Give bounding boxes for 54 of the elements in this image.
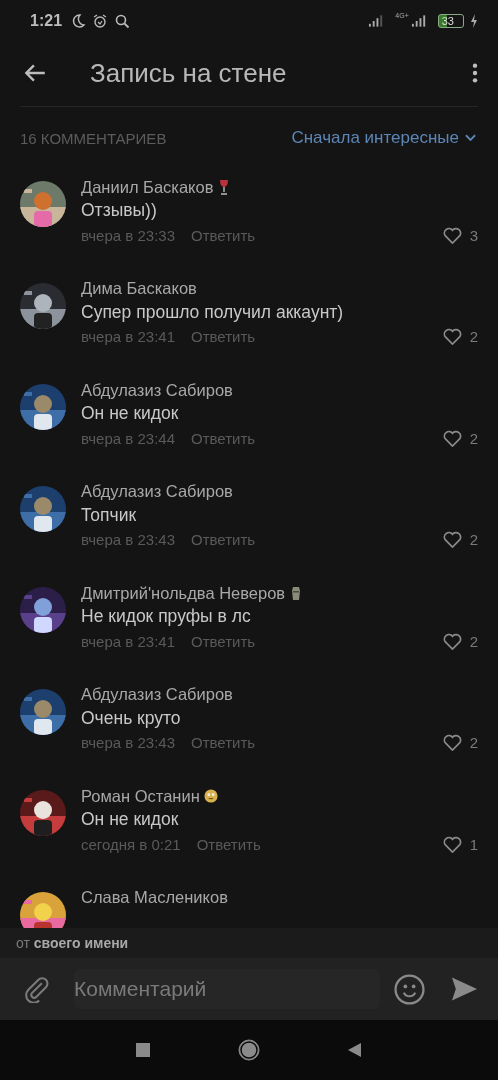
sort-dropdown[interactable]: Сначала интересные [291,128,476,148]
signal-icon [410,15,428,27]
paperclip-icon[interactable] [22,975,50,1003]
author-name[interactable]: Даниил Баскаков [81,177,214,197]
recent-apps-icon[interactable] [135,1042,151,1058]
reply-link[interactable]: Ответить [191,226,256,244]
author-name[interactable]: Абдулазиз Сабиров [81,380,233,400]
reply-link[interactable]: Ответить [196,835,261,853]
search-icon [114,13,131,29]
comment-time: вчера в 23:44 [81,429,175,447]
like-button[interactable]: 3 [442,226,478,244]
comment-time: вчера в 23:41 [81,328,175,345]
comment-time: вчера в 23:43 [81,734,175,751]
like-button[interactable]: 2 [442,632,478,650]
author-name[interactable]: Роман Останин [81,786,200,806]
comment-text: Топчик [81,503,138,526]
page-title: Запись на стене [90,57,287,89]
reply-link[interactable]: Ответить [191,632,256,650]
comment-text: Не кидок пруфы в лс [81,605,252,627]
send-icon[interactable] [451,976,478,1002]
reply-link[interactable]: Ответить [191,429,256,447]
smiley-icon[interactable] [394,973,425,1005]
author-name[interactable]: Слава Маслеников [81,888,228,907]
comment-time: вчера в 23:43 [81,531,175,548]
battery-indicator: 33 [437,14,464,28]
comment-text: Он не кидок [81,402,180,424]
chevron-down-icon[interactable] [465,134,476,142]
home-icon[interactable] [237,1038,261,1062]
smiley-icon [203,788,218,804]
author-name[interactable]: Абдулазиз Сабиров [81,685,233,704]
back-icon[interactable] [347,1042,363,1058]
author-name[interactable]: Абдулазиз Сабиров [81,482,233,501]
comment-time: вчера в 23:41 [81,632,175,650]
comment-time: вчера в 23:33 [81,226,175,244]
comment-text: Супер прошло получил аккаунт) [81,300,345,323]
comment-text: Он не кидок [81,808,180,830]
comment-input[interactable]: Комментарий [74,969,380,1009]
reply-link[interactable]: Ответить [191,531,256,548]
author-name[interactable]: Дима Баскаков [81,279,197,298]
moon-icon [70,13,87,29]
sender-label[interactable]: от своего имени [16,935,129,951]
charging-icon [470,14,478,28]
more-options-icon[interactable] [472,62,478,84]
comment-text: Очень круто [81,706,182,729]
comment-count: 16 КОММЕНТАРИЕВ [20,129,167,147]
reply-link[interactable]: Ответить [191,328,256,345]
reply-link[interactable]: Ответить [191,734,256,751]
status-time: 1:21 [30,12,63,30]
like-button[interactable]: 1 [442,835,478,853]
author-name[interactable]: Дмитрий'нольдва Неверов [81,583,286,603]
comment-text: Отзывы)) [81,199,158,221]
like-button[interactable]: 2 [442,429,478,447]
comment-time: сегодня в 0:21 [81,835,181,853]
alarm-icon [92,13,109,29]
